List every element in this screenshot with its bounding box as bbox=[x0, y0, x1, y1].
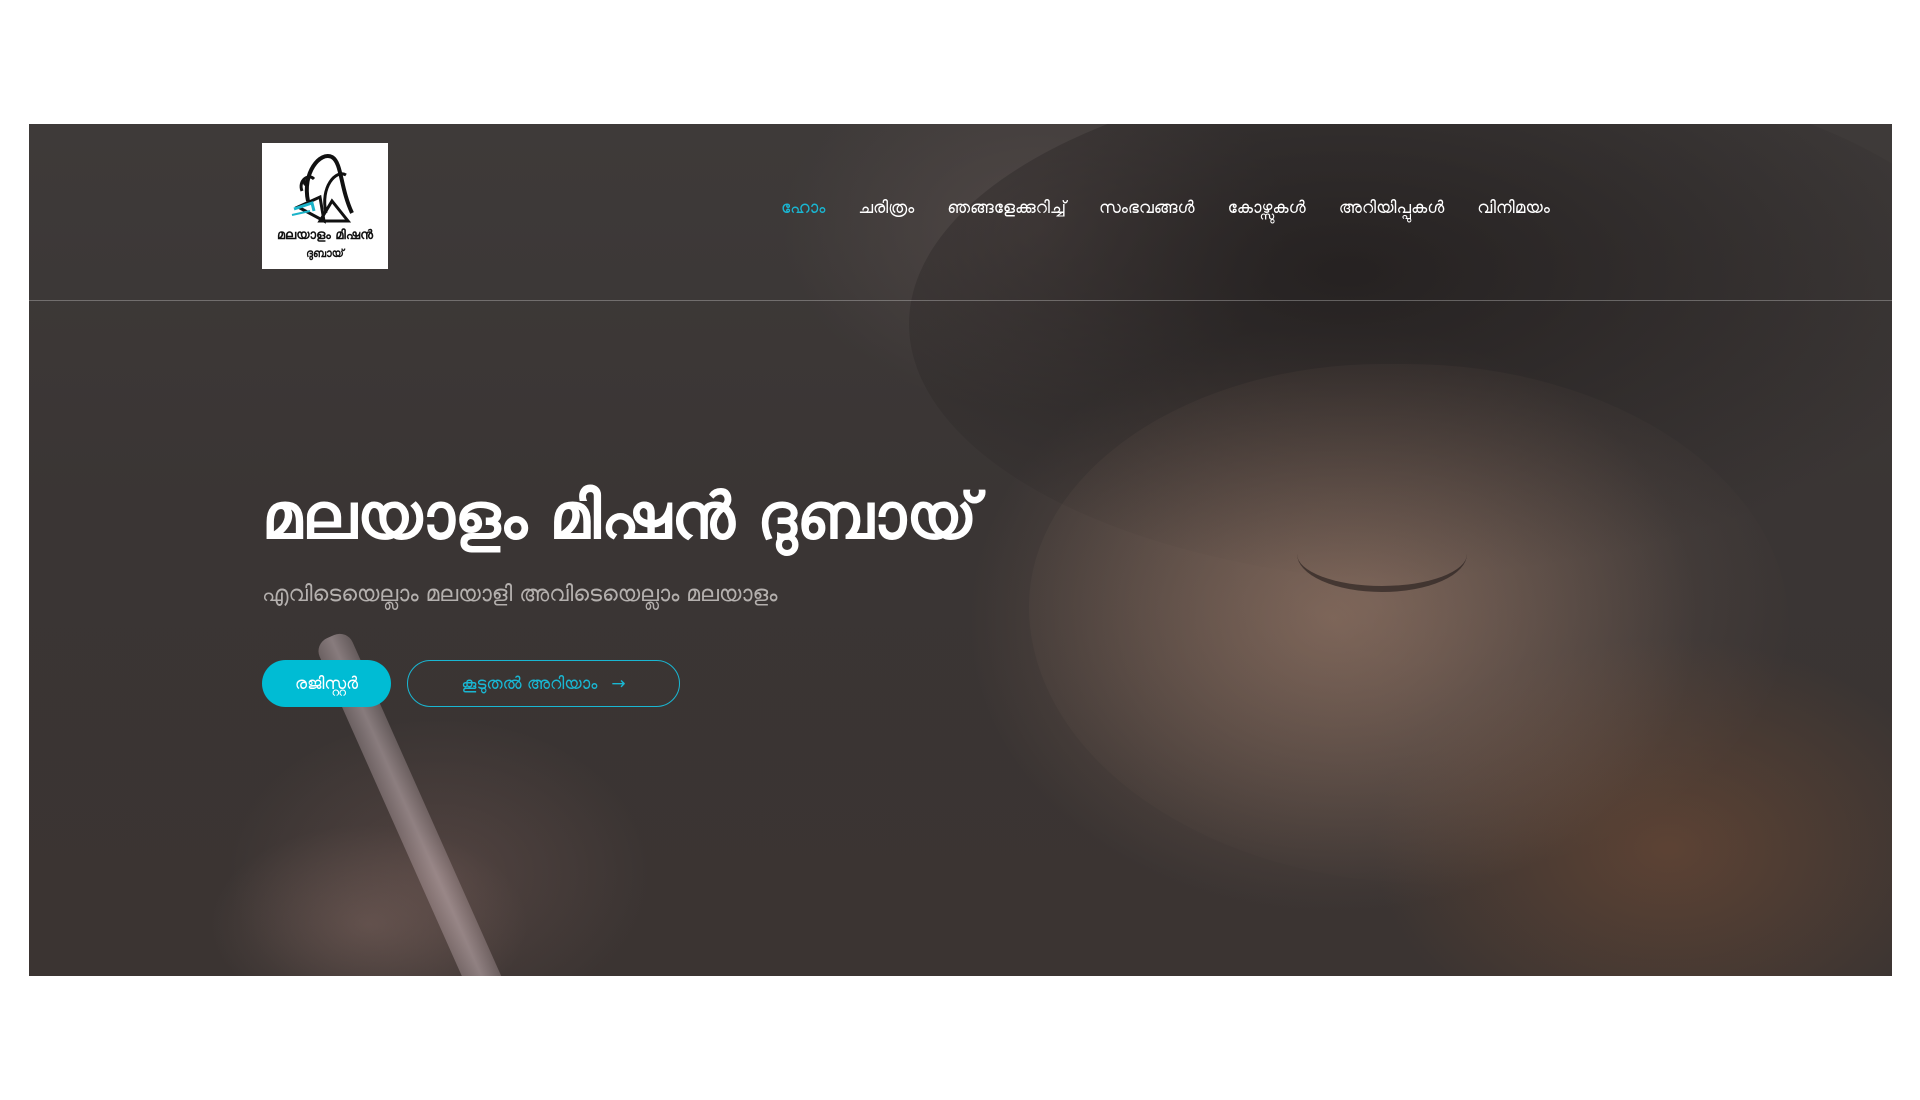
learn-more-button[interactable]: കൂടുതൽ അറിയാം → bbox=[407, 660, 680, 707]
nav-item-home[interactable]: ഹോം bbox=[781, 198, 825, 218]
nav-item-about-us[interactable]: ഞങ്ങളേക്കുറിച്ച് bbox=[947, 198, 1066, 218]
hero-title: മലയാളം മിഷൻ ദുബായ് bbox=[262, 480, 978, 554]
learn-more-button-label: കൂടുതൽ അറിയാം bbox=[461, 673, 598, 694]
site-header: മലയാളം മിഷൻ ദുബായ് ഹോം ചരിത്രം ഞങ്ങളേക്ക… bbox=[29, 124, 1892, 301]
hero-subtitle: എവിടെയെല്ലാം മലയാളി അവിടെയെല്ലാം മലയാളം bbox=[262, 582, 778, 607]
logo-text-line1: മലയാളം മിഷൻ bbox=[276, 228, 374, 243]
register-button[interactable]: രജിസ്റ്റർ bbox=[262, 660, 391, 707]
logo-text-line2: ദുബായ് bbox=[306, 247, 344, 260]
hero-section: മലയാളം മിഷൻ ദുബായ് ഹോം ചരിത്രം ഞങ്ങളേക്ക… bbox=[29, 124, 1892, 976]
main-navigation: ഹോം ചരിത്രം ഞങ്ങളേക്കുറിച്ച് സംഭവങ്ങൾ കോ… bbox=[781, 193, 1550, 223]
site-logo[interactable]: മലയാളം മിഷൻ ദുബായ് bbox=[262, 143, 388, 269]
nav-item-courses[interactable]: കോഴ്സുകൾ bbox=[1228, 198, 1306, 218]
nav-item-history[interactable]: ചരിത്രം bbox=[858, 198, 914, 218]
background-photo-eyelash bbox=[1297, 516, 1467, 592]
nav-item-announcements[interactable]: അറിയിപ്പുകൾ bbox=[1339, 198, 1445, 218]
nav-item-events[interactable]: സംഭവങ്ങൾ bbox=[1099, 198, 1195, 218]
nav-item-exchange[interactable]: വിനിമയം bbox=[1477, 198, 1550, 218]
register-button-label: രജിസ്റ്റർ bbox=[294, 673, 359, 694]
background-photo-face bbox=[1029, 364, 1789, 884]
arrow-right-icon: → bbox=[611, 673, 626, 694]
